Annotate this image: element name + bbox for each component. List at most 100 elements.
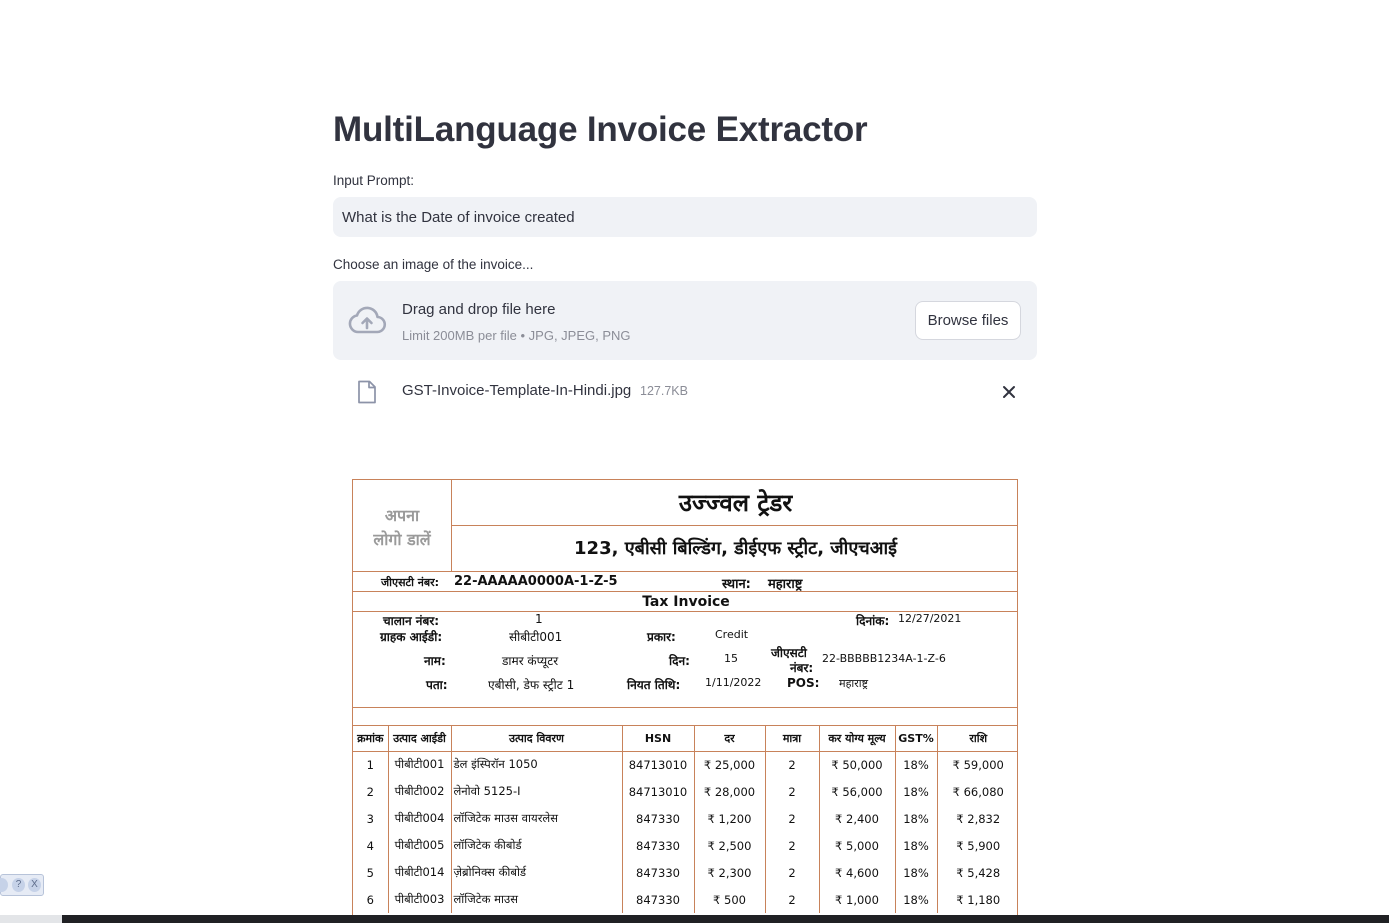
column-header: HSN (622, 726, 695, 752)
customer-gst-label-2: नंबर: (790, 661, 814, 675)
table-cell: 4 (353, 832, 389, 859)
table-cell: 5 (353, 859, 389, 886)
table-cell: पीबीटी002 (388, 778, 452, 805)
table-cell: लॉजिटेक कीबोर्ड (451, 832, 623, 859)
close-icon[interactable] (999, 382, 1019, 402)
file-dropzone[interactable]: Drag and drop file here Limit 200MB per … (333, 281, 1037, 360)
table-cell: ₹ 59,000 (952, 757, 1004, 772)
days-label: दिन: (669, 654, 690, 668)
table-row: 6 पीबीटी003 लॉजिटेक माउस 847330 ₹ 500 2 ₹ 1,00… (353, 886, 1017, 913)
name-value: डामर कंप्यूटर (502, 654, 559, 668)
table-cell: ₹ 4,600 (819, 859, 896, 886)
date-label: दिनांक: (856, 614, 890, 628)
name-label: नाम: (424, 654, 446, 668)
column-header: उत्पाद आईडी (388, 726, 452, 752)
days-value: 15 (724, 652, 738, 665)
table-row: 1 पीबीटी001 डेल इंस्पिरॉन 1050 84713010 ₹ 25… (353, 751, 1017, 778)
invoice-table-header: क्रमांक उत्पाद आईडी उत्पाद विवरण HSN दर … (353, 726, 1017, 752)
uploaded-file-size: 127.7KB (640, 384, 688, 398)
table-row: 4 पीबीटी005 लॉजिटेक कीबोर्ड 847330 ₹ 2,500 2 ₹… (353, 832, 1017, 859)
table-cell: ₹ 500 (694, 886, 766, 913)
table-cell: 847330 (622, 886, 695, 913)
browse-files-button[interactable]: Browse files (915, 301, 1021, 340)
table-cell: 2 (765, 778, 820, 805)
table-cell: ₹ 5,000 (819, 832, 896, 859)
table-row: 5 पीबीटी014 ज़ेब्रोनिक्स कीबोर्ड 847330 ₹ 2,… (353, 859, 1017, 886)
table-cell: 18% (895, 859, 938, 886)
table-cell: लेनोवो 5125-I (451, 778, 623, 805)
table-cell: 3 (353, 805, 389, 832)
logo-line-2: लोगो डालें (373, 530, 431, 549)
help-icon[interactable]: ? (12, 878, 25, 892)
address-value: एबीसी, डेफ स्ट्रीट 1 (488, 678, 575, 692)
customer-id-label: ग्राहक आईडी: (380, 630, 443, 644)
challan-label: चालान नंबर: (383, 614, 440, 628)
table-cell: लॉजिटेक माउस (451, 886, 623, 913)
table-cell: पीबीटी001 (388, 751, 452, 778)
column-header: GST% (895, 726, 938, 752)
place-label: स्थान: (722, 577, 751, 592)
table-row: 2 पीबीटी002 लेनोवो 5125-I 84713010 ₹ 28,000 2… (353, 778, 1017, 805)
invoice-details: चालान नंबर: 1 दिनांक: 12/27/2021 ग्राहक … (353, 612, 1017, 708)
table-cell: ₹ 5,900 (956, 838, 1001, 853)
table-cell: पीबीटी003 (388, 886, 452, 913)
place-value: महाराष्ट्र (768, 577, 803, 592)
table-cell: ज़ेब्रोनिक्स कीबोर्ड (451, 859, 623, 886)
input-prompt-field[interactable] (333, 197, 1037, 237)
table-cell: 2 (765, 886, 820, 913)
dropzone-limit-text: Limit 200MB per file • JPG, JPEG, PNG (402, 328, 631, 343)
table-cell: ₹ 1,000 (819, 886, 896, 913)
table-cell: ₹ 56,000 (819, 778, 896, 805)
table-cell: ₹ 66,080 (952, 784, 1004, 799)
file-icon (358, 380, 376, 404)
gst-value: 22-AAAAA0000A-1-Z-5 (454, 574, 618, 589)
table-cell: 2 (765, 751, 820, 778)
taskbar-start-area[interactable] (0, 915, 62, 923)
dropzone-instructions: Drag and drop file here (402, 301, 556, 318)
table-cell: ₹ 2,832 (956, 811, 1001, 826)
column-header: क्रमांक (353, 726, 389, 752)
column-header: दर (694, 726, 766, 752)
toolbar-left-icon[interactable] (0, 878, 8, 892)
customer-gst-value: 22-BBBBB1234A-1-Z-6 (822, 652, 946, 665)
page-title: MultiLanguage Invoice Extractor (333, 110, 868, 149)
table-cell: 18% (895, 805, 938, 832)
table-cell: 847330 (622, 832, 695, 859)
file-uploader-label: Choose an image of the invoice... (333, 257, 534, 272)
table-cell: ₹ 2,500 (694, 832, 766, 859)
address-label: पता: (426, 678, 448, 692)
column-header: उत्पाद विवरण (451, 726, 623, 752)
column-header: मात्रा (765, 726, 820, 752)
table-cell: ₹ 25,000 (694, 751, 766, 778)
taskbar (0, 915, 1389, 923)
table-cell: 1 (353, 751, 389, 778)
table-cell: ₹ 2,300 (694, 859, 766, 886)
invoice-company-address: 123, एबीसी बिल्डिंग, डीईएफ स्ट्रीट, जीएच… (452, 526, 1017, 572)
table-cell: 6 (353, 886, 389, 913)
floating-mini-toolbar: ? X (0, 874, 44, 896)
uploaded-file-name: GST-Invoice-Template-In-Hindi.jpg (402, 382, 632, 399)
logo-line-1: अपना (384, 506, 420, 525)
invoice-gst-row: जीएसटी नंबर: 22-AAAAA0000A-1-Z-5 स्थान: … (353, 572, 1017, 592)
column-header: राशि (937, 726, 1017, 752)
table-cell: 2 (353, 778, 389, 805)
table-cell: 2 (765, 832, 820, 859)
table-cell: 18% (895, 886, 938, 913)
table-cell: 18% (895, 751, 938, 778)
challan-value: 1 (535, 612, 543, 626)
gst-label: जीएसटी नंबर: (381, 576, 440, 589)
table-cell: ₹ 5,428 (956, 865, 1001, 880)
table-cell: 84713010 (622, 778, 695, 805)
table-cell: ₹ 28,000 (694, 778, 766, 805)
table-cell: पीबीटी005 (388, 832, 452, 859)
input-prompt-label: Input Prompt: (333, 173, 415, 188)
table-cell: पीबीटी004 (388, 805, 452, 832)
table-cell: 2 (765, 805, 820, 832)
close-widget-icon[interactable]: X (28, 878, 41, 892)
due-date-label: नियत तिथि: (627, 678, 681, 692)
table-cell: ₹ 50,000 (819, 751, 896, 778)
invoice-image-preview: अपना लोगो डालें उज्ज्वल ट्रेडर 123, एबीस… (352, 479, 1018, 923)
customer-id-value: सीबीटी001 (509, 630, 563, 644)
table-cell: पीबीटी014 (388, 859, 452, 886)
invoice-spacer-row (353, 708, 1017, 726)
